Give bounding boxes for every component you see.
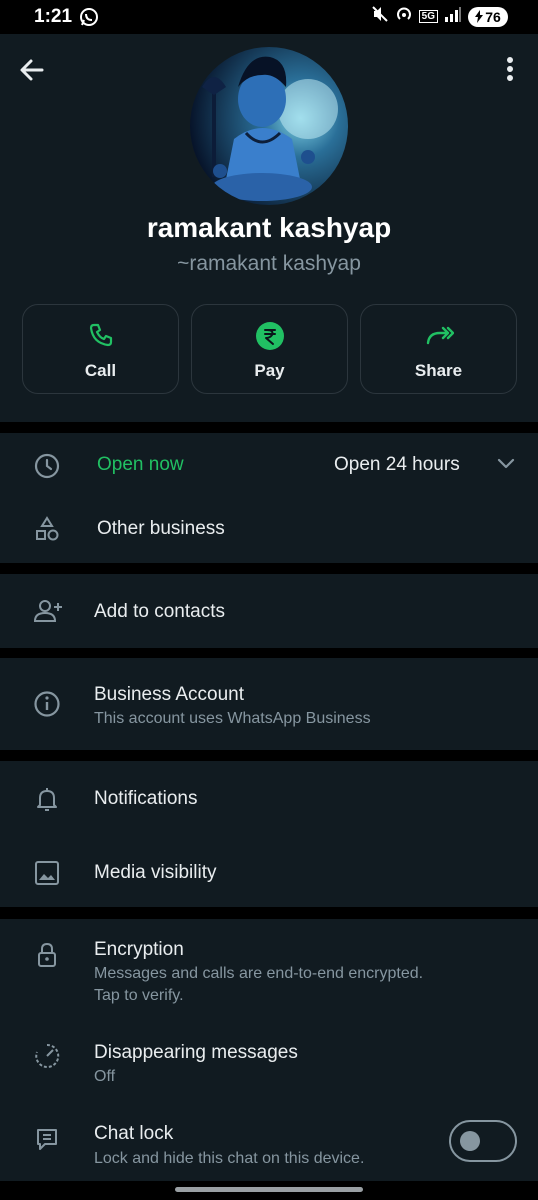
add-to-contacts-row[interactable]: Add to contacts [0, 574, 538, 648]
media-visibility-row[interactable]: Media visibility [0, 835, 538, 907]
business-info-section: Open now Open 24 hours Other business [0, 433, 538, 563]
disappearing-title: Disappearing messages [94, 1042, 298, 1063]
bell-icon [33, 785, 61, 813]
share-icon [424, 321, 454, 351]
business-account-row[interactable]: Business Account This account uses Whats… [0, 658, 538, 750]
battery-indicator: 76 [468, 6, 508, 27]
disappearing-subtitle: Off [94, 1068, 116, 1085]
pay-button[interactable]: Pay [191, 304, 348, 394]
call-button[interactable]: Call [22, 304, 179, 394]
chat-lock-title: Chat lock [94, 1123, 174, 1144]
profile-header: ramakant kashyap ~ramakant kashyap Call … [0, 34, 538, 422]
phone-icon [87, 321, 115, 351]
pay-label: Pay [254, 361, 285, 380]
shapes-icon [33, 515, 61, 543]
notifications-row[interactable]: Notifications [0, 761, 538, 835]
battery-level: 76 [485, 8, 501, 25]
disappearing-messages-row[interactable]: Disappearing messages Off [0, 1019, 538, 1101]
hotspot-icon [395, 5, 413, 28]
media-visibility-label: Media visibility [94, 862, 217, 883]
add-contacts-section: Add to contacts [0, 574, 538, 648]
signal-icon [444, 6, 462, 27]
encryption-title: Encryption [94, 939, 184, 960]
mute-vibrate-icon [371, 5, 389, 28]
whatsapp-notification-icon [79, 7, 99, 32]
settings-section: Notifications Media visibility [0, 761, 538, 907]
status-bar: 1:21 5G 76 [0, 0, 538, 34]
business-account-section: Business Account This account uses Whats… [0, 658, 538, 750]
network-5g-icon: 5G [418, 10, 438, 23]
open-status: Open now [97, 454, 184, 475]
hours-schedule: Open 24 hours [334, 454, 460, 475]
encryption-row[interactable]: Encryption Messages and calls are end-to… [0, 919, 538, 1015]
info-icon [33, 690, 61, 718]
business-hours-row[interactable]: Open now Open 24 hours [0, 433, 538, 495]
contact-pushname: ~ramakant kashyap [177, 252, 361, 275]
chat-lock-icon [33, 1125, 61, 1153]
call-label: Call [84, 361, 117, 380]
lock-icon [33, 941, 61, 969]
profile-avatar[interactable] [190, 47, 348, 205]
chevron-down-icon[interactable] [496, 457, 516, 476]
encryption-subtitle-line2: Tap to verify. [94, 987, 184, 1004]
add-person-icon [33, 597, 62, 625]
rupee-icon [255, 321, 285, 351]
business-account-subtitle: This account uses WhatsApp Business [94, 710, 371, 727]
image-icon [33, 859, 61, 887]
toggle-knob [460, 1131, 480, 1151]
status-time: 1:21 [34, 6, 73, 27]
other-business-label: Other business [97, 518, 225, 539]
chat-lock-subtitle: Lock and hide this chat on this device. [94, 1150, 365, 1167]
share-label: Share [414, 361, 463, 380]
encryption-subtitle-line1: Messages and calls are end-to-end encryp… [94, 965, 424, 982]
charging-icon [475, 10, 484, 23]
back-arrow-icon[interactable] [18, 56, 46, 84]
chat-lock-toggle[interactable] [449, 1120, 517, 1162]
share-button[interactable]: Share [360, 304, 517, 394]
more-options-icon[interactable] [496, 54, 524, 84]
contact-name: ramakant kashyap [146, 212, 392, 243]
add-to-contacts-label: Add to contacts [94, 601, 225, 622]
notifications-label: Notifications [94, 788, 198, 809]
clock-icon [33, 452, 61, 480]
business-account-title: Business Account [94, 684, 244, 705]
other-business-row[interactable]: Other business [0, 495, 538, 561]
gesture-nav-bar[interactable] [175, 1187, 363, 1192]
timer-icon [33, 1042, 61, 1070]
